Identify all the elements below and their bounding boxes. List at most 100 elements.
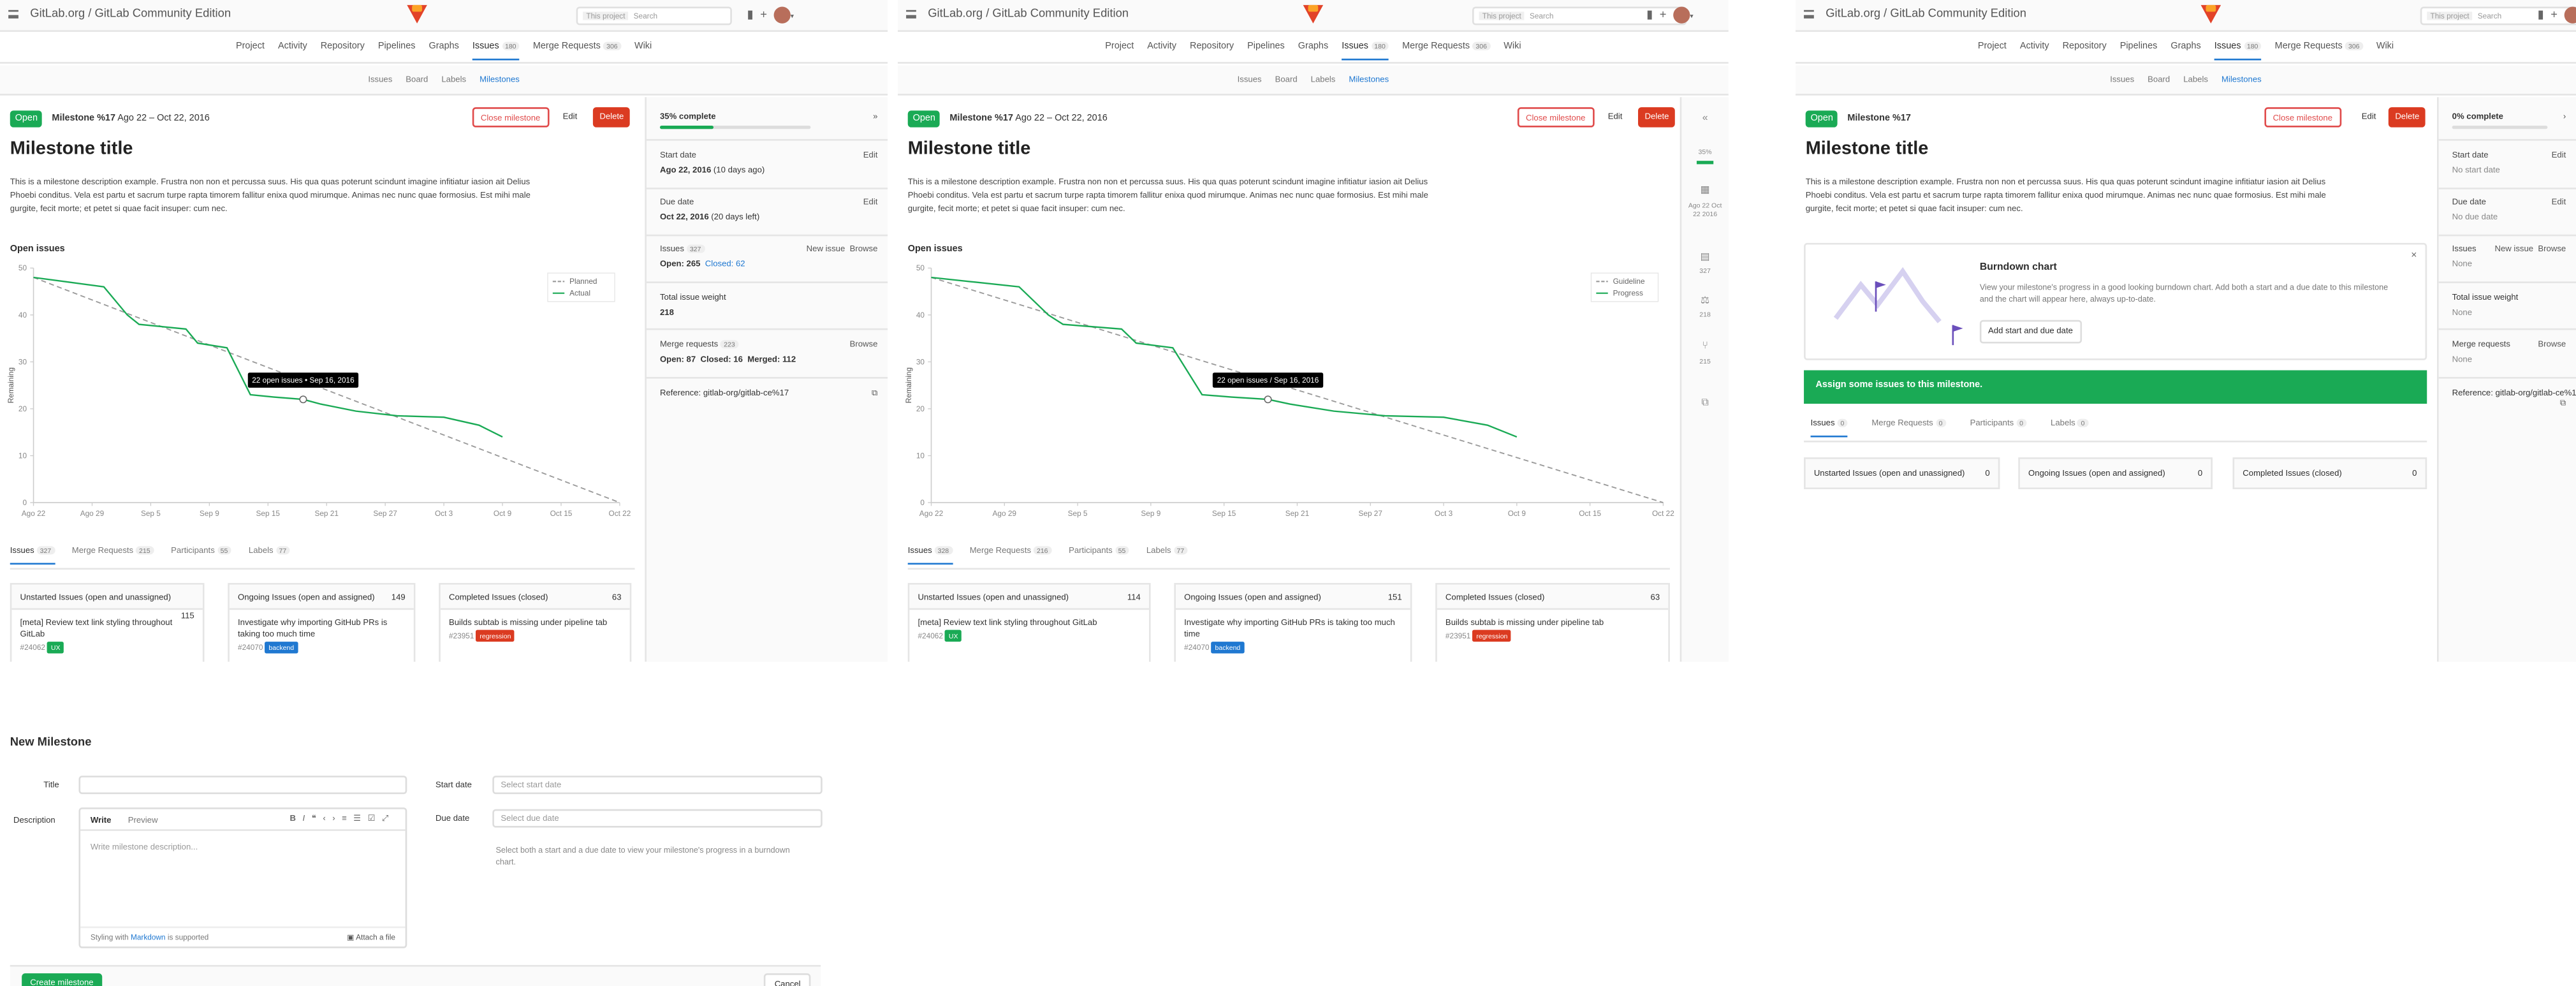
hamburger-icon[interactable] — [8, 10, 18, 18]
user-avatar[interactable] — [1673, 6, 1690, 24]
fullscreen-icon[interactable]: ⤢ — [382, 814, 395, 825]
subnav-milestones[interactable]: Milestones — [2221, 75, 2262, 85]
delete-button[interactable]: Delete — [1638, 107, 1676, 128]
delete-button[interactable]: Delete — [2388, 107, 2426, 128]
user-avatar[interactable] — [2564, 6, 2576, 24]
nav-issues[interactable]: Issues 180 — [472, 42, 520, 61]
delete-button[interactable]: Delete — [592, 107, 631, 128]
copy-icon[interactable]: ⧉ — [872, 388, 877, 399]
copy-icon[interactable]: ⧉ — [1681, 399, 1729, 410]
code-icon[interactable]: ‹› — [323, 814, 342, 825]
close-milestone-button[interactable]: Close milestone — [472, 107, 549, 128]
browse-issues-link[interactable]: Browse — [2538, 245, 2566, 255]
nav-wiki[interactable]: Wiki — [1504, 42, 1521, 52]
subnav-board[interactable]: Board — [2148, 75, 2170, 85]
subnav-labels[interactable]: Labels — [1311, 75, 1336, 85]
nav-repository[interactable]: Repository — [2063, 42, 2107, 52]
nav-pipelines[interactable]: Pipelines — [2120, 42, 2158, 52]
edit-due-link[interactable]: Edit — [2552, 198, 2566, 208]
tab-issues[interactable]: Issues 0 — [1810, 418, 1848, 438]
edit-start-link[interactable]: Edit — [863, 151, 878, 161]
issue-title[interactable]: Builds subtab is missing under pipeline … — [1445, 618, 1604, 628]
subnav-milestones[interactable]: Milestones — [479, 75, 520, 85]
list-item[interactable]: Builds subtab is missing under pipeline … — [441, 610, 630, 652]
new-issue-link[interactable]: New issue — [807, 245, 845, 255]
nav-activity[interactable]: Activity — [1147, 42, 1176, 52]
edit-start-link[interactable]: Edit — [2552, 151, 2566, 161]
tab-merge-requests[interactable]: Merge Requests 216 — [970, 546, 1051, 563]
tab-issues[interactable]: Issues 328 — [907, 546, 953, 565]
tab-participants[interactable]: Participants 55 — [1069, 546, 1129, 563]
bold-icon[interactable]: B — [290, 814, 303, 825]
numbered-list-icon[interactable]: ☰ — [353, 814, 367, 825]
subnav-issues[interactable]: Issues — [368, 75, 392, 85]
nav-merge-requests[interactable]: Merge Requests 306 — [2275, 42, 2363, 52]
nav-graphs[interactable]: Graphs — [1298, 42, 1328, 52]
tab-merge-requests[interactable]: Merge Requests 215 — [72, 546, 154, 563]
todo-icon[interactable]: ▮ — [747, 10, 761, 21]
chevron-down-icon[interactable]: ▾ — [791, 11, 801, 20]
edit-button[interactable]: Edit — [556, 107, 584, 128]
todo-icon[interactable]: ▮ — [1646, 10, 1660, 21]
tab-labels[interactable]: Labels 0 — [2051, 418, 2088, 436]
nav-pipelines[interactable]: Pipelines — [1247, 42, 1285, 52]
new-issue-link[interactable]: New issue — [2494, 245, 2533, 255]
subnav-milestones[interactable]: Milestones — [1349, 75, 1389, 85]
nav-repository[interactable]: Repository — [321, 42, 365, 52]
list-item[interactable]: 115 [meta] Review text link styling throu… — [11, 610, 202, 661]
subnav-labels[interactable]: Labels — [2183, 75, 2208, 85]
nav-activity[interactable]: Activity — [2020, 42, 2049, 52]
issue-title[interactable]: Builds subtab is missing under pipeline … — [449, 618, 607, 628]
project-breadcrumb[interactable]: GitLab.org / GitLab Community Edition — [928, 8, 1129, 20]
close-milestone-button[interactable]: Close milestone — [1517, 107, 1594, 128]
subnav-issues[interactable]: Issues — [1238, 75, 1262, 85]
edit-button[interactable]: Edit — [1601, 107, 1629, 128]
tab-merge-requests[interactable]: Merge Requests 0 — [1871, 418, 1946, 436]
search-input[interactable]: This project Search — [576, 6, 732, 26]
gitlab-logo[interactable] — [407, 4, 427, 24]
markdown-link[interactable]: Markdown — [131, 933, 166, 941]
hamburger-icon[interactable] — [1804, 10, 1814, 18]
user-avatar[interactable] — [773, 6, 791, 24]
list-item[interactable]: Investigate why importing GitHub PRs is … — [230, 610, 414, 661]
subnav-board[interactable]: Board — [406, 75, 428, 85]
tab-participants[interactable]: Participants 55 — [171, 546, 231, 563]
nav-repository[interactable]: Repository — [1190, 42, 1234, 52]
edit-button[interactable]: Edit — [2355, 107, 2383, 128]
nav-project[interactable]: Project — [1105, 42, 1134, 52]
subnav-board[interactable]: Board — [1275, 75, 1298, 85]
project-breadcrumb[interactable]: GitLab.org / GitLab Community Edition — [1826, 8, 2026, 20]
burndown-chart[interactable]: 0 10 20 30 40 50 Ago 22 Ago 29 Sep 5 Sep 9 Sep 15 S… — [0, 261, 636, 529]
chevron-down-icon[interactable]: ▾ — [1690, 11, 1700, 20]
nav-wiki[interactable]: Wiki — [2376, 42, 2394, 52]
burndown-chart[interactable]: 0 10 20 30 40 50 Ago 22 Ago 29 Sep 5 Sep 9 Sep 15 S… — [898, 261, 1680, 529]
nav-graphs[interactable]: Graphs — [429, 42, 459, 52]
tab-write[interactable]: Write — [91, 816, 112, 826]
nav-issues[interactable]: Issues 180 — [2214, 42, 2262, 61]
gitlab-logo[interactable] — [1303, 4, 1324, 24]
project-breadcrumb[interactable]: GitLab.org / GitLab Community Edition — [30, 8, 231, 20]
tab-participants[interactable]: Participants 0 — [1970, 418, 2027, 436]
tab-labels[interactable]: Labels 77 — [249, 546, 290, 563]
description-textarea[interactable]: Write milestone description... — [91, 843, 198, 853]
plus-icon[interactable]: + — [2550, 10, 2564, 21]
nav-graphs[interactable]: Graphs — [2170, 42, 2200, 52]
due-date-input[interactable]: Select due date — [492, 809, 823, 828]
nav-wiki[interactable]: Wiki — [634, 42, 652, 52]
close-milestone-button[interactable]: Close milestone — [2264, 107, 2341, 128]
create-milestone-button[interactable]: Create milestone — [22, 973, 102, 986]
browse-mr-link[interactable]: Browse — [2538, 340, 2566, 350]
collapse-icon[interactable]: › — [2563, 112, 2566, 122]
issue-title[interactable]: Investigate why importing GitHub PRs is … — [238, 618, 387, 640]
nav-project[interactable]: Project — [236, 42, 265, 52]
nav-merge-requests[interactable]: Merge Requests 306 — [1402, 42, 1491, 52]
closed-issues-link[interactable]: Closed: 62 — [705, 260, 745, 270]
copy-icon[interactable]: ⧉ — [2560, 399, 2566, 409]
tab-preview[interactable]: Preview — [128, 816, 158, 826]
tab-issues[interactable]: Issues 327 — [10, 546, 55, 565]
nav-activity[interactable]: Activity — [278, 42, 307, 52]
quote-icon[interactable]: ❝ — [312, 814, 323, 825]
issue-title[interactable]: Investigate why importing GitHub PRs is … — [1184, 618, 1395, 640]
list-item[interactable]: [meta] Review text link styling througho… — [909, 610, 1149, 652]
title-input[interactable] — [78, 776, 407, 795]
